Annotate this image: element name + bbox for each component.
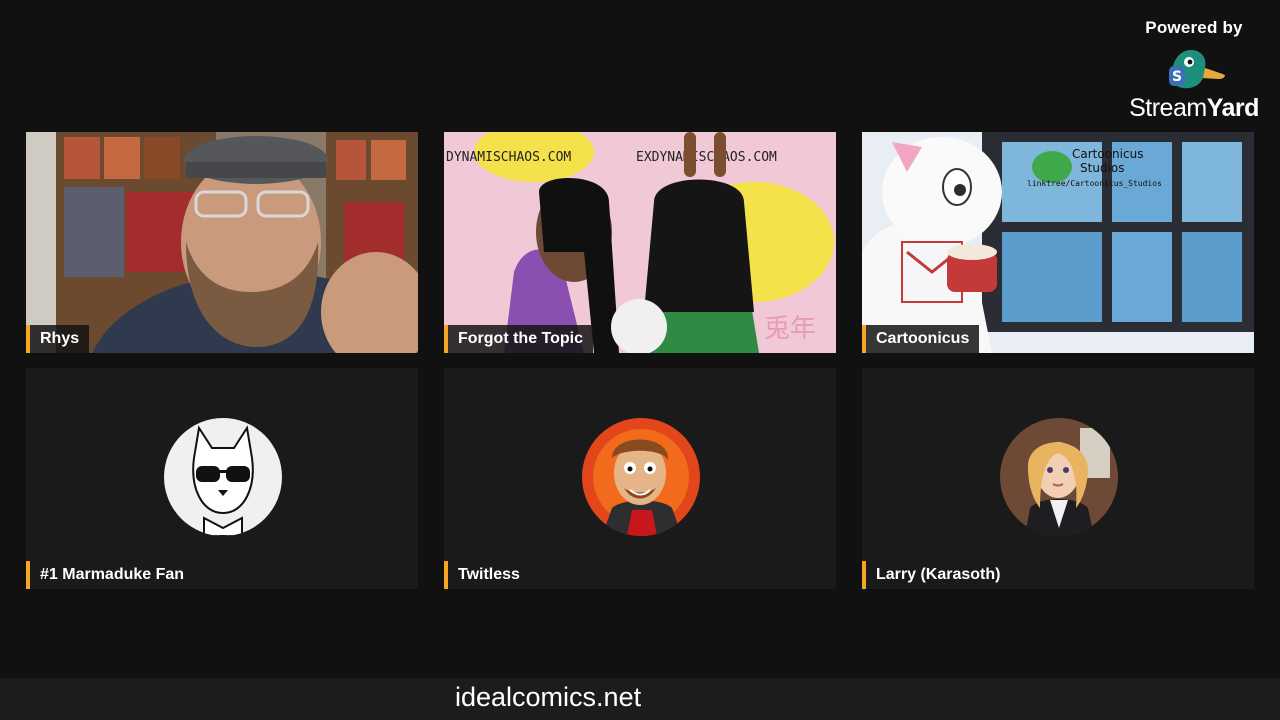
overlay-text-right: EXDYNAMISCHAOS.COM (636, 150, 777, 165)
ticker-banner: idealcomics.net (0, 678, 1280, 720)
participant-name: Rhys (26, 325, 90, 353)
participant-name: Cartoonicus (862, 325, 980, 353)
overlay-text-brand: Cartoonicus (1072, 147, 1143, 161)
participant-avatar (164, 418, 282, 536)
participant-avatar (1000, 418, 1118, 536)
svg-text:兎年: 兎年 (764, 314, 816, 344)
webcam-feed: Cartoonicus Studios linktree/Cartoonicus… (862, 132, 1254, 353)
participant-avatar (582, 418, 700, 536)
participant-name: Twitless (444, 561, 530, 589)
overlay-text-left: DYNAMISCHAOS.COM (446, 150, 571, 165)
participant-tile-cartoonicus[interactable]: Cartoonicus Studios linktree/Cartoonicus… (862, 132, 1254, 353)
overlay-text-link: linktree/Cartoonicus_Studios (1027, 179, 1162, 188)
participant-tile-marmaduke-fan[interactable]: #1 Marmaduke Fan (26, 368, 418, 589)
participant-tile-twitless[interactable]: Twitless (444, 368, 836, 589)
webcam-feed (26, 132, 418, 353)
participant-tile-forgot-the-topic[interactable]: DYNAMISCHAOS.COM EXDYNAMISCHAOS.COM 兎年 F… (444, 132, 836, 353)
participant-name: #1 Marmaduke Fan (26, 561, 194, 589)
participant-name: Forgot the Topic (444, 325, 594, 353)
streamyard-branding: Powered by S StreamYard (1124, 18, 1264, 123)
streamyard-duck-icon: S (1159, 44, 1229, 96)
overlay-text-studios: Studios (1080, 161, 1124, 175)
participant-tile-rhys[interactable]: Rhys (26, 132, 418, 353)
ticker-text: idealcomics.net (455, 682, 642, 712)
powered-by-label: Powered by (1145, 18, 1243, 37)
participant-name: Larry (Karasoth) (862, 561, 1010, 589)
brand-bold: Yard (1206, 94, 1260, 122)
svg-text:S: S (1172, 69, 1182, 85)
brand-light: Stream (1129, 94, 1207, 122)
streamyard-wordmark: StreamYard (1124, 94, 1264, 123)
webcam-feed: DYNAMISCHAOS.COM EXDYNAMISCHAOS.COM 兎年 (444, 132, 836, 353)
participant-tile-larry-karasoth[interactable]: Larry (Karasoth) (862, 368, 1254, 589)
